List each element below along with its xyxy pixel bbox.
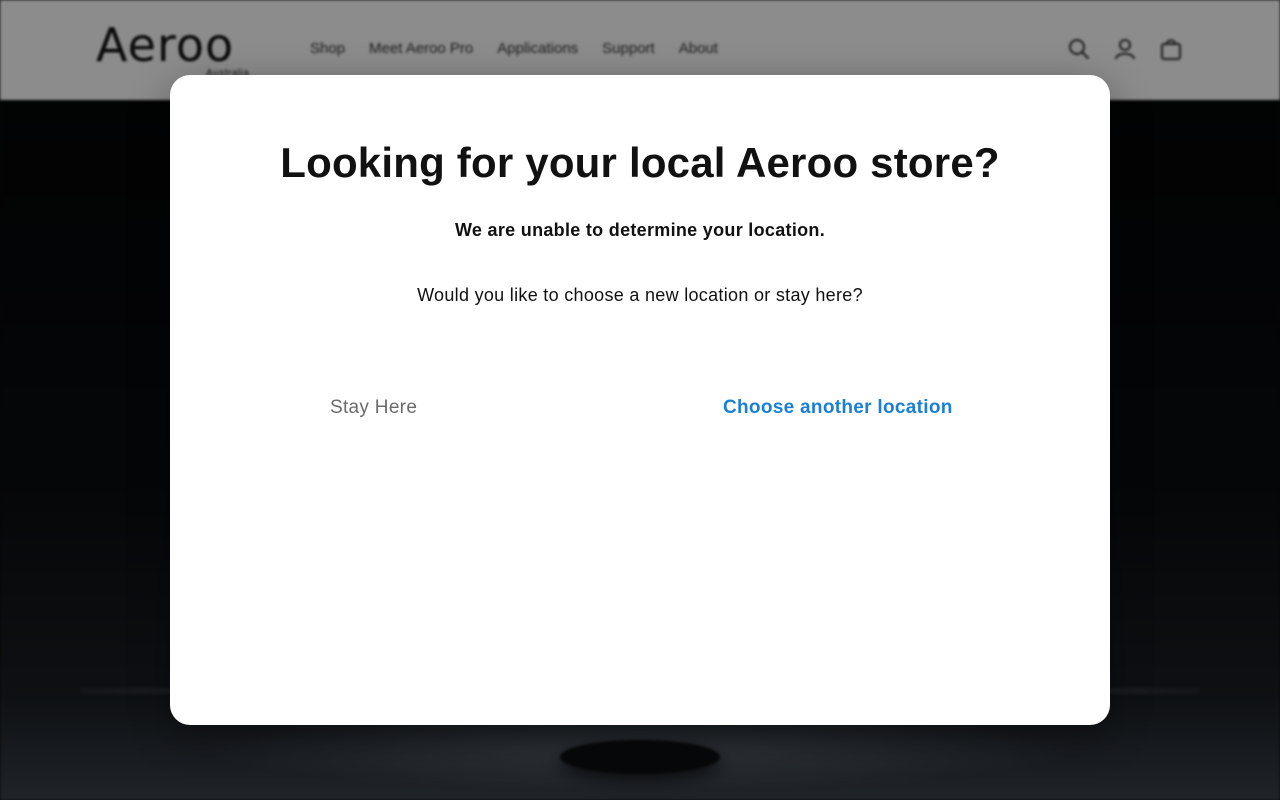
choose-another-location-button[interactable]: Choose another location bbox=[723, 397, 953, 419]
modal-question: Would you like to choose a new location … bbox=[417, 285, 863, 305]
stay-here-button[interactable]: Stay Here bbox=[330, 397, 417, 419]
location-modal: Looking for your local Aeroo store? We a… bbox=[170, 75, 1110, 725]
modal-subtitle: We are unable to determine your location… bbox=[454, 220, 826, 240]
modal-title: Looking for your local Aeroo store? bbox=[280, 139, 1000, 186]
